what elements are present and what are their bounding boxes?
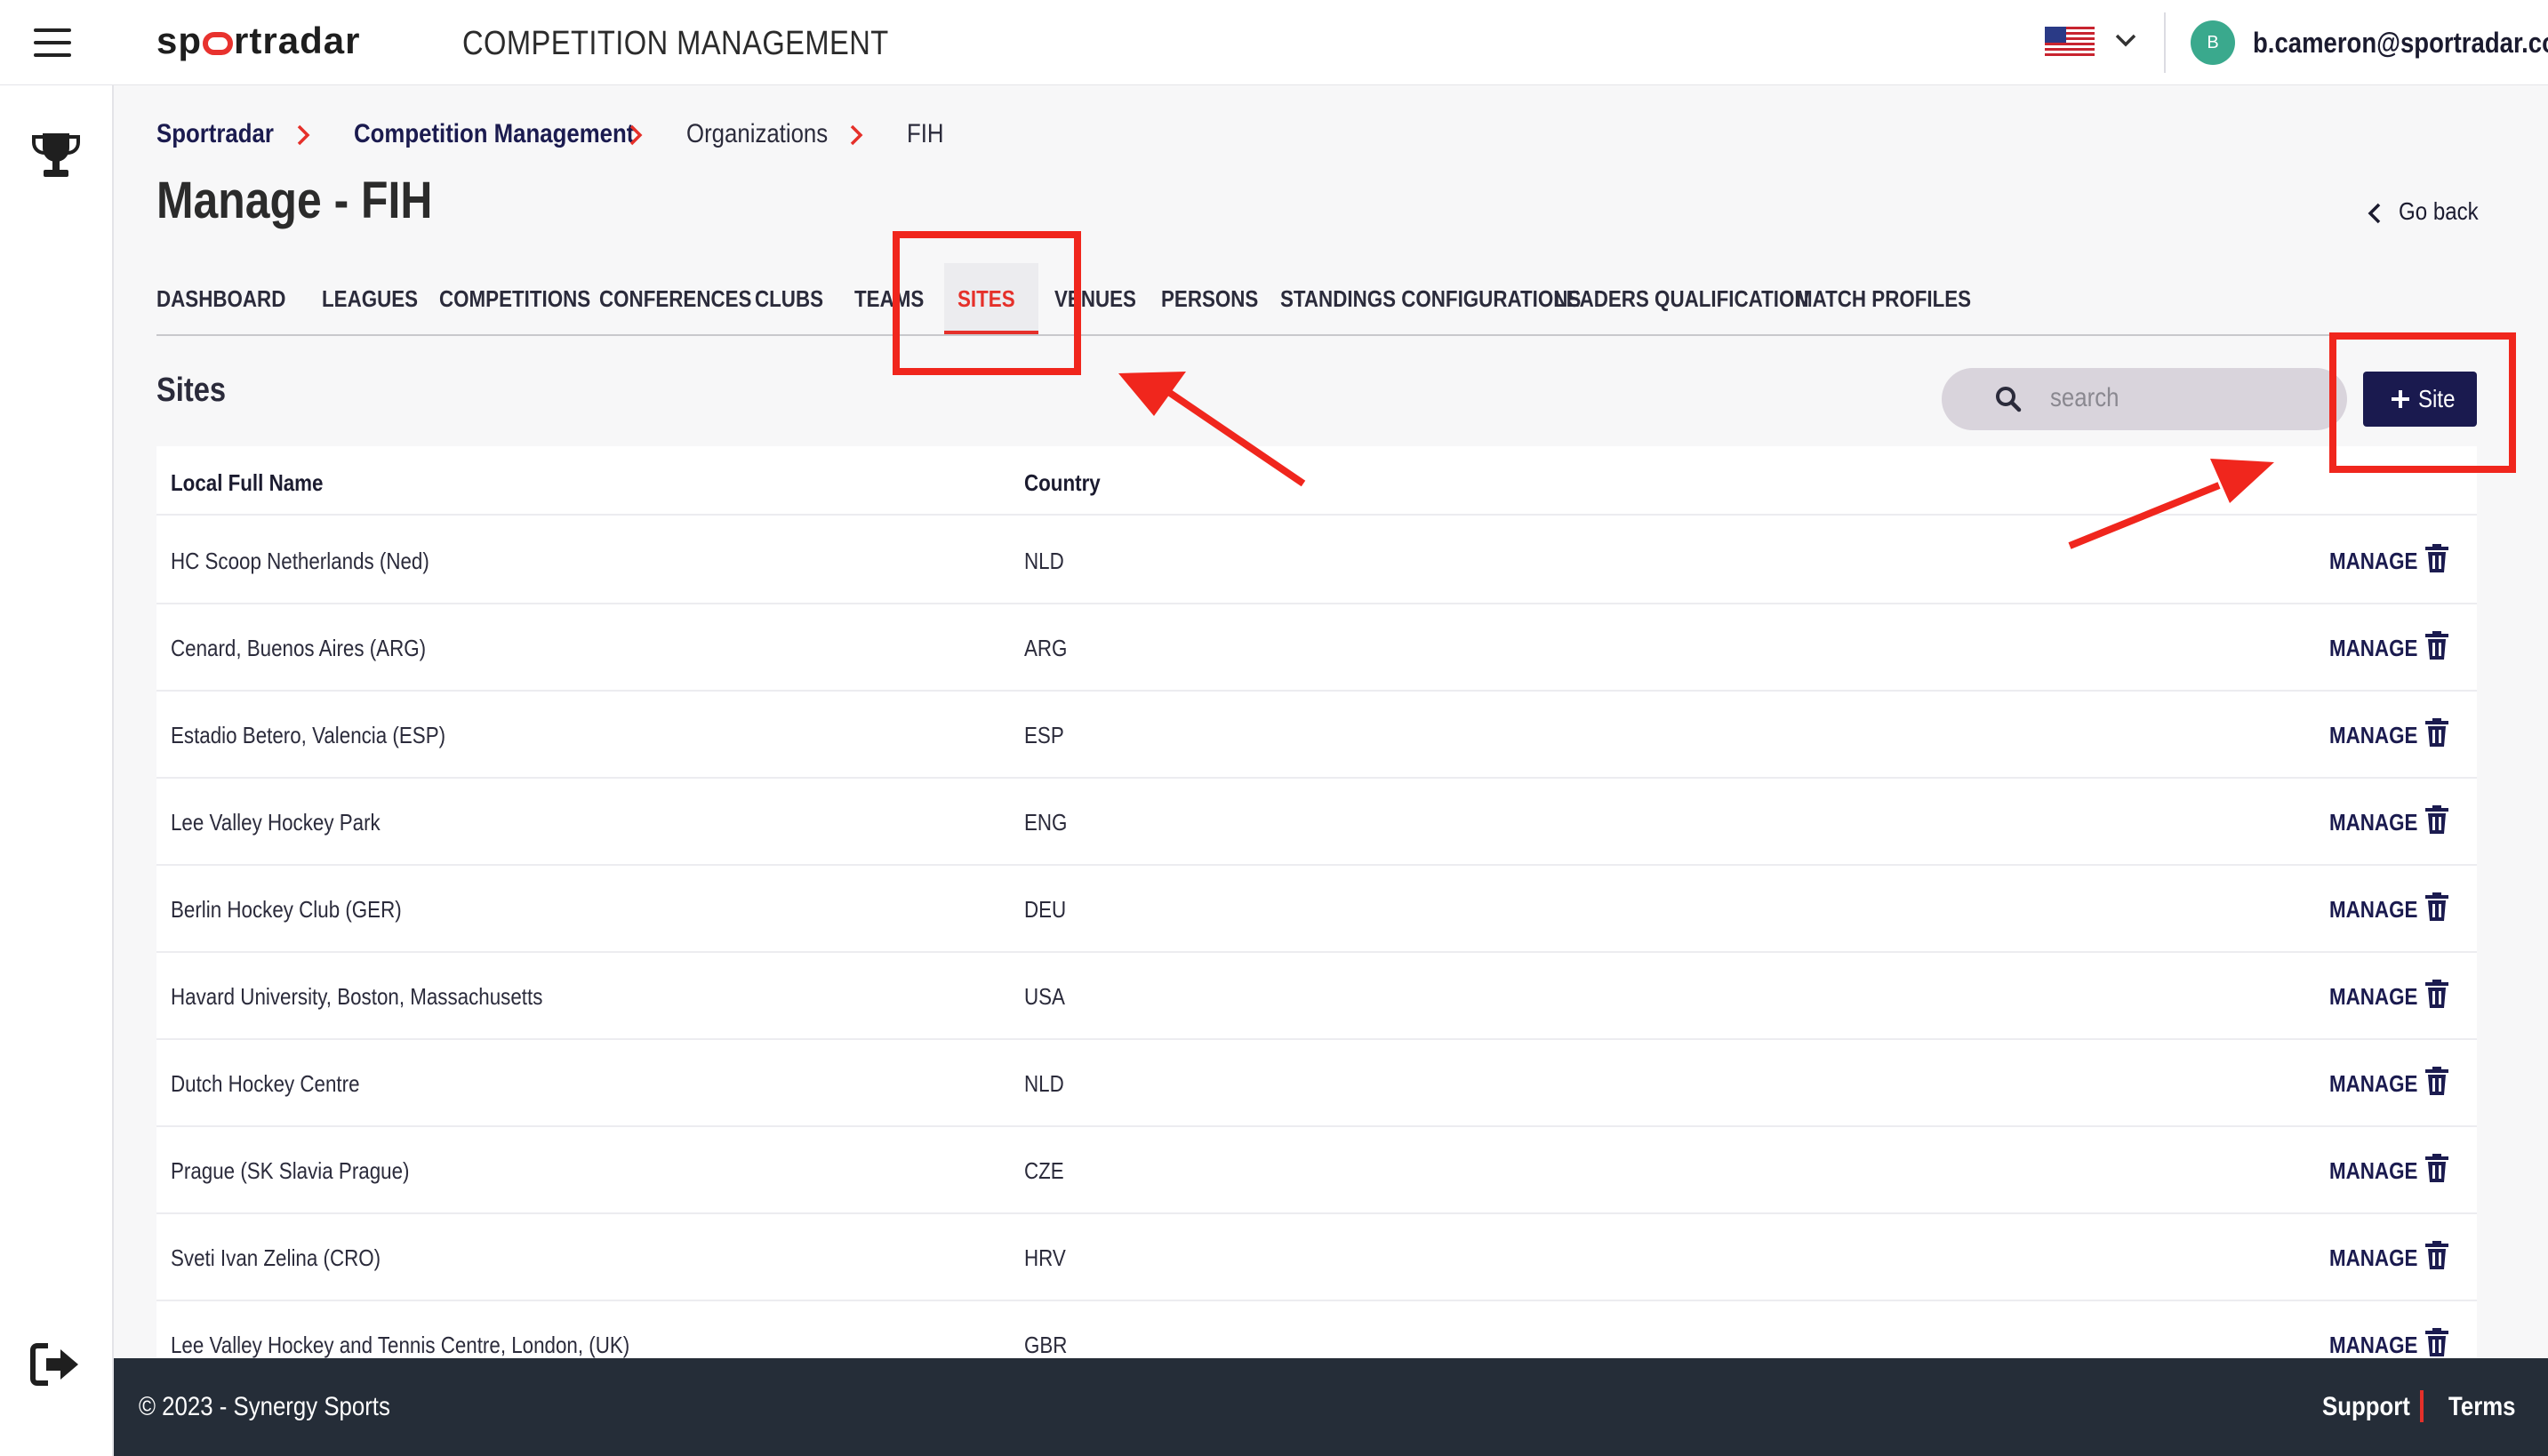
breadcrumb-sportradar[interactable]: Sportradar <box>156 119 292 149</box>
site-name-cell: Prague (SK Slavia Prague) <box>171 1157 410 1184</box>
country-cell: NLD <box>1024 548 1064 574</box>
table-header: Local Full Name Country <box>156 446 2477 516</box>
trash-icon[interactable] <box>2425 1241 2448 1269</box>
manage-button[interactable]: MANAGE <box>2329 722 2432 749</box>
breadcrumb-organizations[interactable]: Organizations <box>686 119 851 149</box>
column-header-name[interactable]: Local Full Name <box>171 469 348 497</box>
manage-button[interactable]: MANAGE <box>2329 1157 2432 1185</box>
trash-icon[interactable] <box>2425 892 2448 921</box>
country-cell: USA <box>1024 983 1065 1010</box>
table-row: Sveti Ivan Zelina (CRO) HRV MANAGE <box>156 1214 2477 1301</box>
site-name-cell: HC Scoop Netherlands (Ned) <box>171 548 429 574</box>
sites-table: Local Full Name Country HC Scoop Netherl… <box>156 446 2477 1358</box>
tab-venues[interactable]: VENUES <box>1054 263 1147 334</box>
search-icon <box>1996 387 2022 412</box>
site-name-cell: Berlin Hockey Club (GER) <box>171 896 402 923</box>
trash-icon[interactable] <box>2425 1067 2448 1095</box>
divider <box>2420 1390 2424 1422</box>
sportradar-logo[interactable]: sp rtradar <box>156 20 360 62</box>
country-cell: DEU <box>1024 896 1067 923</box>
sidebar <box>0 85 114 1456</box>
chevron-down-icon[interactable] <box>2112 27 2139 53</box>
trophy-icon[interactable] <box>30 130 82 181</box>
divider <box>2164 12 2166 73</box>
table-row: Estadio Betero, Valencia (ESP) ESP MANAGE <box>156 692 2477 779</box>
manage-button[interactable]: MANAGE <box>2329 1070 2432 1098</box>
tab-conferences[interactable]: CONFERENCES <box>599 263 751 334</box>
trash-icon[interactable] <box>2425 980 2448 1008</box>
table-row: Lee Valley Hockey Park ENG MANAGE <box>156 779 2477 866</box>
trash-icon[interactable] <box>2425 631 2448 660</box>
user-email[interactable]: b.cameron@sportradar.com <box>2253 27 2548 60</box>
country-cell: ENG <box>1024 809 1068 836</box>
table-row: Prague (SK Slavia Prague) CZE MANAGE <box>156 1127 2477 1214</box>
page-title: Manage - FIH <box>156 172 433 229</box>
country-cell: CZE <box>1024 1157 1064 1184</box>
avatar[interactable]: B <box>2191 20 2235 65</box>
tab-bar: DASHBOARD LEAGUES COMPETITIONS CONFERENC… <box>156 263 2477 336</box>
site-name-cell: Lee Valley Hockey Park <box>171 809 381 836</box>
logout-icon[interactable] <box>30 1342 82 1387</box>
site-name-cell: Havard University, Boston, Massachusetts <box>171 983 543 1010</box>
country-cell: HRV <box>1024 1244 1066 1271</box>
chevron-left-icon <box>2368 203 2381 224</box>
trash-icon[interactable] <box>2425 718 2448 747</box>
site-name-cell: Dutch Hockey Centre <box>171 1070 360 1097</box>
app-title: COMPETITION MANAGEMENT <box>462 25 889 62</box>
chevron-right-icon <box>297 124 310 146</box>
table-row: Havard University, Boston, Massachusetts… <box>156 953 2477 1040</box>
hamburger-icon[interactable] <box>34 27 73 59</box>
tab-leagues[interactable]: LEAGUES <box>322 263 427 334</box>
site-name-cell: Estadio Betero, Valencia (ESP) <box>171 722 446 748</box>
terms-link[interactable]: Terms <box>2448 1392 2527 1422</box>
chevron-right-icon <box>850 124 863 146</box>
us-flag-icon[interactable] <box>2045 27 2095 59</box>
plus-icon <box>2392 390 2409 408</box>
country-cell: ESP <box>1024 722 1064 748</box>
tab-sites[interactable]: SITES <box>944 263 1038 334</box>
table-row: Berlin Hockey Club (GER) DEU MANAGE <box>156 866 2477 953</box>
trash-icon[interactable] <box>2425 544 2448 572</box>
table-row: Cenard, Buenos Aires (ARG) ARG MANAGE <box>156 604 2477 692</box>
top-bar: sp rtradar COMPETITION MANAGEMENT B b.cam… <box>0 0 2548 85</box>
table-row: Dutch Hockey Centre NLD MANAGE <box>156 1040 2477 1127</box>
footer: © 2023 - Synergy Sports Support Terms <box>114 1358 2548 1456</box>
tab-leaders-qualification[interactable]: LEADERS QUALIFICATION <box>1554 263 1809 334</box>
tab-teams[interactable]: TEAMS <box>852 263 937 334</box>
column-header-country[interactable]: Country <box>1024 469 1113 497</box>
manage-button[interactable]: MANAGE <box>2329 1332 2432 1358</box>
support-link[interactable]: Support <box>2322 1392 2424 1422</box>
country-cell: NLD <box>1024 1070 1064 1097</box>
tab-clubs[interactable]: CLUBS <box>752 263 837 334</box>
manage-button[interactable]: MANAGE <box>2329 635 2432 662</box>
manage-button[interactable]: MANAGE <box>2329 983 2432 1011</box>
add-site-button[interactable]: Site <box>2363 372 2477 427</box>
country-cell: ARG <box>1024 635 1068 661</box>
site-name-cell: Sveti Ivan Zelina (CRO) <box>171 1244 381 1271</box>
tab-competitions[interactable]: COMPETITIONS <box>439 263 590 334</box>
site-name-cell: Cenard, Buenos Aires (ARG) <box>171 635 427 661</box>
table-row: Lee Valley Hockey and Tennis Centre, Lon… <box>156 1301 2477 1358</box>
tab-match-profiles[interactable]: MATCH PROFILES <box>1796 263 1971 334</box>
trash-icon[interactable] <box>2425 1154 2448 1182</box>
manage-button[interactable]: MANAGE <box>2329 896 2432 924</box>
tab-dashboard[interactable]: DASHBOARD <box>156 263 299 334</box>
table-row: HC Scoop Netherlands (Ned) NLD MANAGE <box>156 517 2477 604</box>
copyright: © 2023 - Synergy Sports <box>139 1392 390 1421</box>
country-cell: GBR <box>1024 1332 1068 1358</box>
search-input[interactable]: search <box>1942 368 2347 430</box>
breadcrumb-current: FIH <box>907 119 944 148</box>
site-name-cell: Lee Valley Hockey and Tennis Centre, Lon… <box>171 1332 630 1358</box>
tab-standings-configurations[interactable]: STANDINGS CONFIGURATIONS <box>1280 263 1581 334</box>
trash-icon[interactable] <box>2425 1328 2448 1356</box>
chevron-right-icon <box>629 124 643 146</box>
manage-button[interactable]: MANAGE <box>2329 548 2432 575</box>
manage-button[interactable]: MANAGE <box>2329 1244 2432 1272</box>
manage-button[interactable]: MANAGE <box>2329 809 2432 836</box>
trash-icon[interactable] <box>2425 805 2448 834</box>
tab-persons[interactable]: PERSONS <box>1161 263 1268 334</box>
section-title: Sites <box>156 372 227 409</box>
